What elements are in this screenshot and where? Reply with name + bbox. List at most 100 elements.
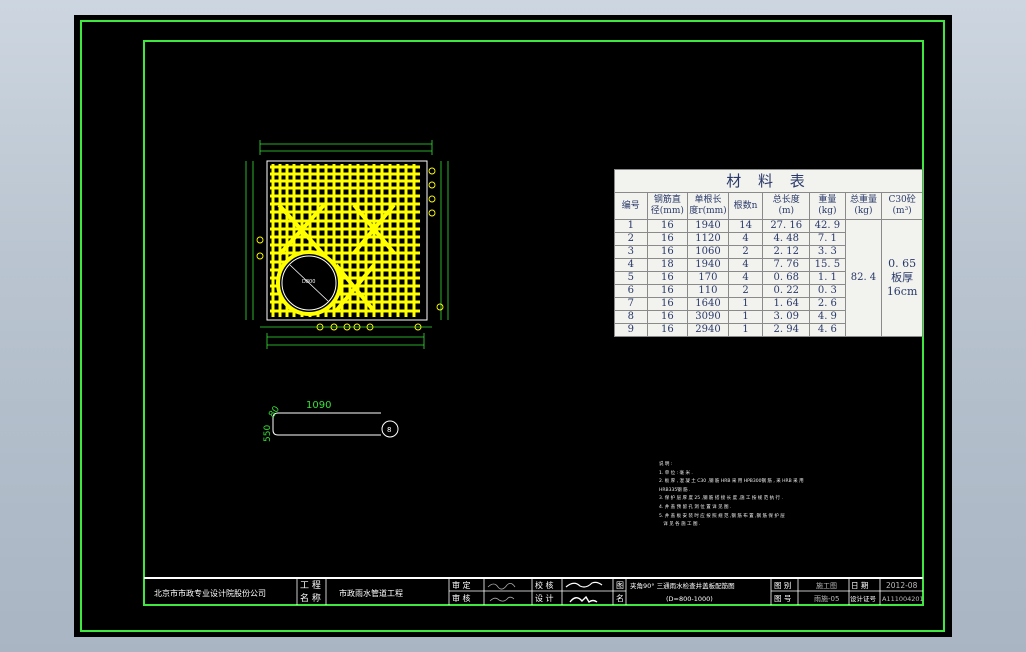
- col-len: 单根长 度r(mm): [687, 192, 729, 220]
- cell-wt: 1. 1: [809, 271, 846, 285]
- note-line: HRB335钢 筋 .: [659, 487, 691, 493]
- col-total: 总长度 (m): [762, 192, 811, 220]
- cell-n: 1: [727, 323, 764, 337]
- cell-wt: 3. 3: [809, 245, 846, 259]
- cell-len: 170: [687, 271, 729, 285]
- cell-total: 2. 12: [762, 245, 811, 259]
- rebar-detail: 1090 80 550 8: [263, 400, 399, 442]
- cell-no: 1: [614, 219, 648, 233]
- date-val: 2012-08: [886, 581, 918, 590]
- cell-no: 9: [614, 323, 648, 337]
- cell-total: 7. 76: [762, 258, 811, 272]
- pipe-label: D800: [302, 279, 315, 285]
- note-line: 3. 保 护 层 厚 度 25 ,钢 筋 搭 接 长 度 ,施 工 按 规 范 …: [659, 496, 783, 502]
- cell-dia: 16: [646, 232, 689, 246]
- note-line: 1. 单 位 : 毫 米 .: [659, 470, 693, 476]
- project-key-2: 名 称: [300, 592, 321, 604]
- col-count: 根数n: [727, 192, 764, 220]
- notes: 说 明 : 1. 单 位 : 毫 米 . 2. 板 厚 , 混 凝 土 C30 ,钢…: [659, 461, 804, 530]
- cell-len: 2940: [687, 323, 729, 337]
- cell-wt: 0. 3: [809, 284, 846, 298]
- cell-len: 1940: [687, 258, 729, 272]
- cell-len: 3090: [687, 310, 729, 324]
- cell-wt: 15. 5: [809, 258, 846, 272]
- col-no: 编号: [614, 192, 648, 220]
- note-line: 详 见 各 施 工 图 .: [659, 522, 701, 528]
- rebar-mark: 8: [387, 426, 391, 434]
- check-label-2: 设 计: [535, 593, 554, 603]
- category-key: 图 别: [774, 581, 791, 590]
- cell-total: 3. 09: [762, 310, 811, 324]
- cell-dia: 18: [646, 258, 689, 272]
- drawing-no-key: 图 号: [774, 594, 791, 603]
- cell-dia: 16: [646, 245, 689, 259]
- category-val: 施工图: [816, 581, 837, 590]
- cell-total: 4. 48: [762, 232, 811, 246]
- company-name: 北京市市政专业设计院股份公司: [154, 588, 266, 598]
- cell-len: 110: [687, 284, 729, 298]
- col-sum: 总重量 (kg): [844, 192, 883, 220]
- note-line: 5. 井 盖 板 安 装 时 应 按 照 规 范 ,钢 筋 布 置 ,钢 筋 保…: [659, 513, 785, 519]
- cell-total: 1. 64: [762, 297, 811, 311]
- rebar-length: 1090: [306, 400, 331, 411]
- drawing-name-key-2: 名: [616, 593, 624, 603]
- check-label-1: 校 核: [535, 580, 554, 590]
- cell-total: 0. 68: [762, 271, 811, 285]
- cell-len: 1640: [687, 297, 729, 311]
- signature-4: [569, 595, 598, 604]
- cell-n: 4: [727, 232, 764, 246]
- rebar-height: 550: [263, 425, 273, 442]
- drawing-name-1: 夹角90° 三通雨水检查井盖板配筋图: [630, 581, 735, 590]
- cell-len: 1060: [687, 245, 729, 259]
- drawing-sheet: D800 1090 80 550 8 北京市市政专业设计院股份公司 工 程 名 …: [74, 15, 952, 637]
- cell-no: 5: [614, 271, 648, 285]
- material-table: 材 料 表 编号 钢筋直 径(mm) 单根长 度r(mm) 根数n 总长度 (m) 重…: [614, 169, 923, 337]
- cell-dia: 16: [646, 323, 689, 337]
- drawing-no-val: 雨施-05: [814, 594, 839, 603]
- cell-total: 0. 22: [762, 284, 811, 298]
- rebar-hook: 80: [267, 404, 282, 419]
- cell-no: 6: [614, 284, 648, 298]
- cell-total: 27. 16: [762, 219, 811, 233]
- table-title: 材 料 表: [614, 169, 923, 193]
- cell-len: 1120: [687, 232, 729, 246]
- project-key-1: 工 程: [300, 580, 321, 591]
- drawing-name-2: (D=800-1000): [666, 595, 713, 603]
- date-key: 日 期: [851, 581, 868, 590]
- cell-dia: 16: [646, 297, 689, 311]
- cell-n: 2: [727, 284, 764, 298]
- title-block: 北京市市政专业设计院股份公司 工 程 名 称 市政雨水管道工程 审 定 审 核 …: [144, 577, 924, 605]
- cell-wt: 4. 9: [809, 310, 846, 324]
- cell-no: 8: [614, 310, 648, 324]
- note-line: 4. 井 盖 预 留 孔 洞 位 置 详 见 图 .: [659, 504, 732, 510]
- drawing-name-key-1: 图: [616, 581, 624, 590]
- cell-len: 1940: [687, 219, 729, 233]
- cell-n: 1: [727, 297, 764, 311]
- review-label-2: 审 核: [452, 593, 471, 603]
- cell-wt: 4. 6: [809, 323, 846, 337]
- col-dia: 钢筋直 径(mm): [646, 192, 689, 220]
- cell-no: 2: [614, 232, 648, 246]
- cell-no: 3: [614, 245, 648, 259]
- cell-dia: 16: [646, 310, 689, 324]
- signature-1: [487, 583, 516, 590]
- table-row: 1 16 1940 14 27. 16 42. 9 82. 4 0. 65 板厚 16cm: [614, 219, 923, 337]
- rebar-plan: D800: [245, 140, 449, 349]
- note-line: 说 明 :: [659, 462, 673, 467]
- cell-wt: 7. 1: [809, 232, 846, 246]
- cell-total: 2. 94: [762, 323, 811, 337]
- total-weight: 82. 4: [844, 219, 883, 337]
- col-weight: 重量 (kg): [809, 192, 846, 220]
- cell-dia: 16: [646, 284, 689, 298]
- cell-no: 7: [614, 297, 648, 311]
- cell-dia: 16: [646, 219, 689, 233]
- cell-n: 14: [727, 219, 764, 233]
- cell-n: 4: [727, 271, 764, 285]
- design-no-key: 设计证号: [850, 594, 877, 603]
- cell-dia: 16: [646, 271, 689, 285]
- col-concrete: C30砼 (m³): [881, 192, 923, 220]
- review-label-1: 审 定: [452, 580, 471, 590]
- signature-2: [489, 596, 515, 602]
- design-no-val: A111004201: [882, 595, 924, 603]
- signature-3: [565, 581, 603, 588]
